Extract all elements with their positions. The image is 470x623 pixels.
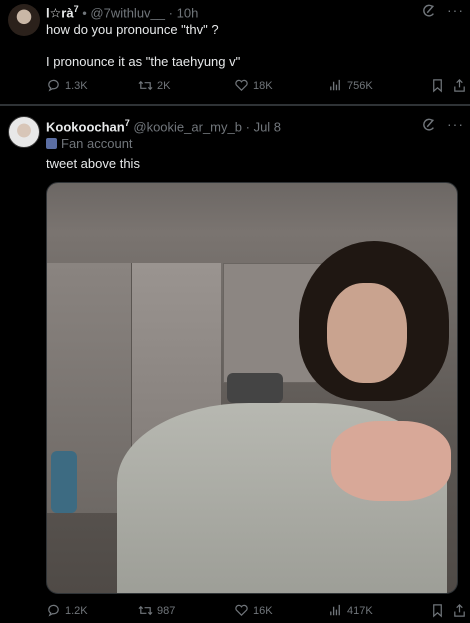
reply-count: 1.2K [65,604,88,617]
reply-count: 1.3K [65,79,88,92]
fan-account-icon [46,138,57,149]
timestamp[interactable]: 10h [177,5,199,20]
heart-icon [235,79,248,92]
tweet-text-line: how do you pronounce "thv" ? [46,22,219,37]
views-count: 417K [347,604,373,617]
account-label-text: Fan account [61,136,133,151]
tweet-1[interactable]: l☆rà7 • @7withluv__ · 10h ··· how do you… [0,0,470,104]
reply-button[interactable]: 1.3K [46,78,88,93]
grok-icon[interactable] [422,4,436,18]
timestamp[interactable]: Jul 8 [254,119,281,134]
name-superscript: 7 [124,118,130,128]
grok-icon[interactable] [422,118,436,132]
bookmark-button[interactable] [430,78,445,93]
bookmark-button[interactable] [430,603,445,618]
views-button[interactable]: 756K [328,78,373,93]
retweet-count: 2K [157,79,171,92]
separator-dot: · [245,119,250,135]
share-button[interactable] [452,603,467,618]
display-name[interactable]: l☆rà [46,5,74,20]
more-icon[interactable]: ··· [447,2,464,18]
reply-icon [48,79,59,92]
avatar[interactable] [8,116,40,148]
bookmark-icon [433,604,442,618]
tweet-text-line: I pronounce it as "the taehyung v" [46,54,241,69]
avatar[interactable] [8,4,40,36]
tweet-header: l☆rà7 • @7withluv__ · 10h [46,4,198,21]
media-object [51,451,77,513]
reply-icon [48,604,59,617]
like-button[interactable]: 16K [234,603,273,618]
retweet-icon [138,80,153,91]
share-icon [454,604,465,617]
views-icon [330,604,340,616]
views-count: 756K [347,79,373,92]
separator-dot: • [82,5,87,21]
action-bar: 1.2K 987 16K 417K [46,603,470,621]
account-label[interactable]: Fan account [46,136,133,151]
tweet-media-video[interactable] [46,182,458,594]
views-icon [330,79,340,91]
like-button[interactable]: 18K [234,78,273,93]
share-button[interactable] [452,78,467,93]
media-person [327,283,407,383]
like-count: 18K [253,79,273,92]
more-icon[interactable]: ··· [447,116,464,132]
tweet-2[interactable]: Kookoochan7 @kookie_ar_my_b · Jul 8 ··· … [0,106,470,623]
media-object [227,373,283,403]
user-handle[interactable]: @kookie_ar_my_b [133,119,242,134]
media-person [331,421,451,501]
retweet-button[interactable]: 987 [138,603,175,618]
separator-dot: · [168,5,173,21]
name-superscript: 7 [73,4,79,14]
reply-button[interactable]: 1.2K [46,603,88,618]
retweet-count: 987 [157,604,176,617]
views-button[interactable]: 417K [328,603,373,618]
tweet-header: Kookoochan7 @kookie_ar_my_b · Jul 8 [46,118,281,134]
retweet-icon [138,605,153,616]
like-count: 16K [253,604,273,617]
display-name[interactable]: Kookoochan [46,119,125,134]
heart-icon [235,604,248,617]
retweet-button[interactable]: 2K [138,78,170,93]
share-icon [454,79,465,92]
bookmark-icon [433,79,442,93]
action-bar: 1.3K 2K 18K 756K [46,78,470,96]
tweet-text: tweet above this [46,156,140,171]
user-handle[interactable]: @7withluv__ [90,5,165,20]
